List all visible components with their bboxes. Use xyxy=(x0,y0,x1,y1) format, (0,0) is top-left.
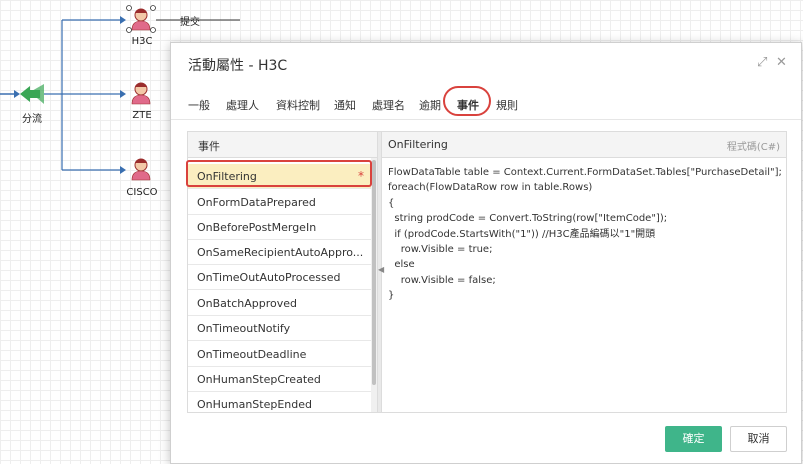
user-node-icon-h3c[interactable] xyxy=(126,5,156,33)
event-label: OnFormDataPrepared xyxy=(197,196,316,209)
list-item[interactable]: OnHumanStepEnded xyxy=(188,392,371,412)
list-item[interactable]: OnBatchApproved xyxy=(188,291,371,316)
list-item[interactable]: OnTimeoutNotify xyxy=(188,316,371,341)
tab-highlight-annotation xyxy=(443,86,491,116)
event-label: OnBatchApproved xyxy=(197,297,298,310)
list-item[interactable]: OnHumanStepCreated xyxy=(188,367,371,392)
event-list-header-label: 事件 xyxy=(198,140,220,153)
ok-button[interactable]: 確定 xyxy=(665,426,722,452)
list-item[interactable]: OnSameRecipientAutoAppro... xyxy=(188,240,371,265)
cancel-button[interactable]: 取消 xyxy=(730,426,787,452)
node-label-split: 分流 xyxy=(22,114,42,125)
list-item[interactable]: OnTimeOutAutoProcessed xyxy=(188,265,371,290)
list-item[interactable]: OnFormDataPrepared xyxy=(188,190,371,215)
event-label: OnTimeOutAutoProcessed xyxy=(197,271,341,284)
user-node-icon-zte[interactable] xyxy=(131,82,151,105)
node-label-zte: ZTE xyxy=(132,110,152,121)
code-editor[interactable]: FlowDataTable table = Context.Current.Fo… xyxy=(388,165,782,304)
activity-properties-dialog: 活動屬性 - H3C ⤢ ✕ 一般 處理人 資料控制 通知 處理名 逾期 事件 … xyxy=(170,42,802,464)
tab-process-name[interactable]: 處理名 xyxy=(372,97,405,113)
collapse-arrow-icon[interactable]: ◀ xyxy=(378,265,384,274)
event-list-header: 事件 xyxy=(188,132,377,158)
tab-overdue[interactable]: 逾期 xyxy=(419,97,441,113)
event-label: OnBeforePostMergeIn xyxy=(197,221,317,234)
list-item[interactable]: OnTimeoutDeadline xyxy=(188,342,371,367)
list-item[interactable]: OnBeforePostMergeIn xyxy=(188,215,371,240)
edge-label-submit: 提交 xyxy=(180,17,200,28)
user-node-icon-cisco[interactable] xyxy=(131,158,151,181)
event-label: OnTimeoutNotify xyxy=(197,322,291,335)
event-label: OnSameRecipientAutoAppro... xyxy=(197,246,364,259)
tab-general[interactable]: 一般 xyxy=(188,97,210,113)
code-header-title: OnFiltering xyxy=(388,138,448,151)
event-label: OnHumanStepEnded xyxy=(197,398,313,411)
node-label-h3c: H3C xyxy=(131,36,153,47)
event-list-scroll-thumb[interactable] xyxy=(372,160,376,385)
dialog-title: 活動屬性 - H3C xyxy=(188,58,288,74)
tab-handler[interactable]: 處理人 xyxy=(226,97,259,113)
tab-rules[interactable]: 規則 xyxy=(496,97,518,113)
event-label: OnHumanStepCreated xyxy=(197,373,321,386)
tab-notify[interactable]: 通知 xyxy=(334,97,356,113)
close-icon[interactable]: ✕ xyxy=(776,55,787,70)
event-list: OnFiltering * OnFormDataPrepared OnBefore… xyxy=(188,158,371,412)
selected-event-highlight-annotation xyxy=(186,160,372,187)
expand-icon[interactable]: ⤢ xyxy=(757,55,767,70)
node-label-cisco: CISCO xyxy=(126,187,158,198)
tab-data-control[interactable]: 資料控制 xyxy=(276,97,320,113)
code-language-label: 程式碼(C#) xyxy=(726,142,780,153)
split-node-icon[interactable] xyxy=(20,84,44,104)
code-header: OnFiltering 程式碼(C#) xyxy=(380,132,786,158)
event-label: OnTimeoutDeadline xyxy=(197,348,307,361)
